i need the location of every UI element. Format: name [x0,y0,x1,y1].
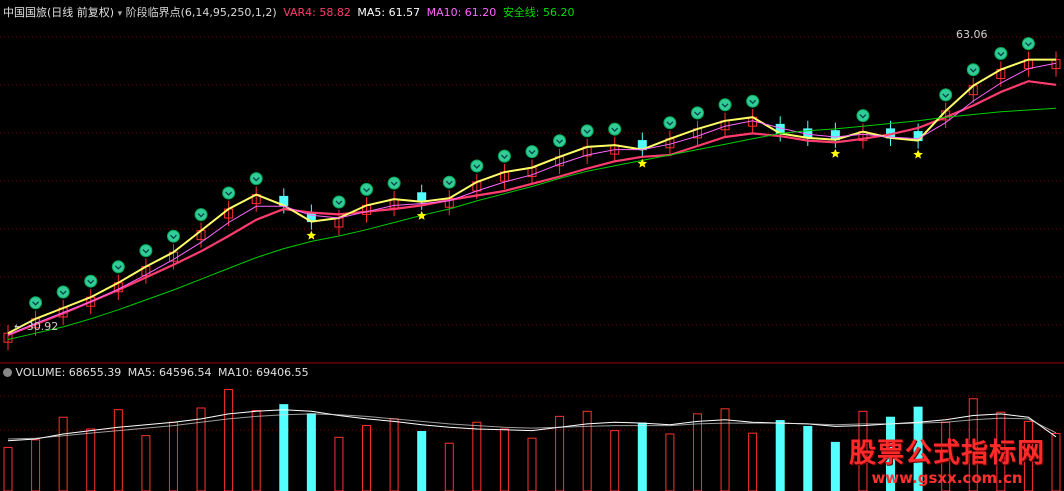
volume-ma5-value: MA5: 64596.54 [127,366,212,379]
volume-ma5-line [7,409,1057,442]
volume-bar [113,409,123,491]
watermark: 股票公式指标网 www.gsxx.com.cn [836,438,1058,488]
signal-badge-icon [84,274,98,288]
volume-bar [665,433,675,491]
star-icon [416,210,427,220]
volume-bar [196,407,206,491]
low-price-label: ← 30.92 [14,320,58,333]
var4-value: VAR4: 58.82 [283,6,351,19]
volume-bar [224,389,234,491]
signal-badge-icon [525,145,539,159]
volume-bar [692,413,702,491]
volume-bar [362,425,372,491]
indicator-name[interactable]: 阶段临界点(6,14,95,250,1,2) [126,6,277,19]
volume-bar [251,410,261,491]
volume-bar [417,430,427,491]
signal-badge-icon [29,296,43,310]
signal-badge-icon [139,244,153,258]
indicator-lines [7,58,1057,340]
volume-bar [86,428,96,491]
signal-badge-icon [222,186,236,200]
price-panel-header: 中国国旅(日线 前复权) ▾ 阶段临界点(6,14,95,250,1,2) VA… [3,6,575,21]
volume-ma10-value: MA10: 69406.55 [217,366,309,379]
low-price-value: 30.92 [26,320,59,333]
signal-badge-icon [553,134,567,148]
signal-badge-icon [690,106,704,120]
volume-bar [3,446,13,491]
high-price-label: 63.06 [956,28,988,41]
volume-value: VOLUME: 68655.39 [15,366,122,379]
signal-badge-icon [608,122,622,136]
signal-badge-icon [194,208,208,222]
line-var4 [7,80,1057,337]
line-ma5 [7,58,1056,335]
candles [3,51,1061,351]
signal-badge-icon [1021,37,1035,51]
chart-canvas [0,36,1064,491]
volume-bar [527,437,537,491]
volume-bar [58,416,68,491]
safe-line-value: 安全线: 56.20 [502,6,575,19]
watermark-title: 股票公式指标网 [849,438,1045,469]
signal-badge-icon [111,260,125,274]
dropdown-icon[interactable]: ▾ [118,9,123,19]
signal-badge-icon [718,98,732,112]
volume-panel-header: VOLUME: 68655.39 MA5: 64596.54 MA10: 694… [3,366,309,380]
signal-badge-icon [360,182,374,196]
volume-bar [610,430,620,491]
signal-badge-icon [249,172,263,186]
volume-bar [306,413,316,491]
signal-badge-icon [442,175,456,189]
volume-bar [499,428,509,491]
signal-badge-icon [332,195,346,209]
line-ma10 [7,62,1057,336]
signal-badge-icon [994,47,1008,60]
arrow-left-icon: ← [14,320,24,333]
volume-bar [444,442,454,491]
signal-badge-icon [387,176,401,190]
signal-badge-icon [497,149,511,163]
signal-badge-icon [470,159,484,173]
signal-badge-icon [580,124,594,138]
volume-ma-lines [7,409,1057,442]
volume-bar [168,421,178,491]
star-icon [913,149,923,159]
signal-badge-icon [746,94,760,108]
stock-title[interactable]: 中国国旅(日线 前复权) [3,6,114,19]
volume-bar [279,404,289,491]
line-safe [7,107,1057,340]
volume-bar [637,422,647,491]
ma10-value: MA10: 61.20 [426,6,497,19]
volume-bar [31,439,41,491]
signal-badge-icon [939,88,953,102]
volume-bar [334,436,344,491]
volume-bar [775,420,785,491]
signal-badge-icon [166,229,180,243]
volume-bar [720,408,730,491]
signal-badge-icon [663,116,677,130]
signal-badge-icon [856,109,870,123]
volume-ma10-line [7,413,1057,440]
ma5-value: MA5: 61.57 [357,6,421,19]
signal-badge-icon [966,63,980,77]
volume-bar [748,432,758,491]
signal-badge-icon [56,285,70,299]
volume-bar [803,425,813,491]
volume-bar [141,435,151,491]
star-icon [306,230,317,240]
star-icon [830,148,841,158]
circle-dropdown-icon[interactable] [3,368,12,377]
volume-bar [472,421,482,491]
watermark-url: www.gsxx.com.cn [871,469,1023,487]
